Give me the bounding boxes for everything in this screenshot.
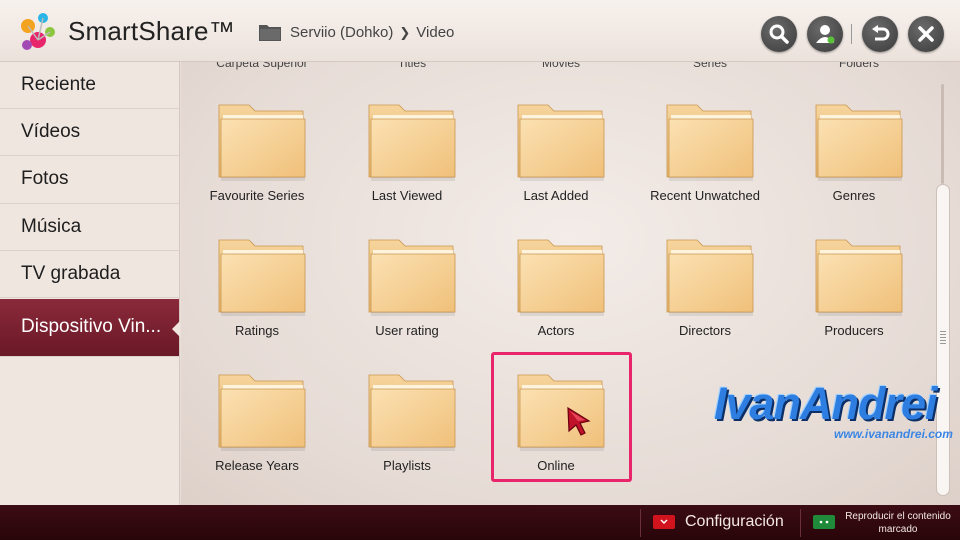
search-button[interactable] [761, 16, 797, 52]
sidebar-item-label: Vídeos [21, 121, 81, 143]
settings-label[interactable]: Configuración [685, 513, 784, 531]
folder-icon [259, 25, 281, 41]
folder-icon [217, 367, 307, 453]
user-button[interactable] [807, 16, 843, 52]
folder-label: User rating [375, 323, 439, 338]
app-title: SmartShare™ [68, 16, 235, 46]
folder-label: Last Added [523, 188, 589, 203]
folder-tile[interactable]: Favourite Series [187, 89, 327, 214]
sidebar-item-musica[interactable]: Música [0, 204, 179, 251]
scrollbar[interactable] [936, 184, 950, 496]
folder-tile[interactable]: User rating [337, 224, 477, 349]
watermark-url: www.ivanandrei.com [834, 427, 953, 441]
play-marked-label[interactable]: Reproducir el contenido marcado [842, 510, 954, 536]
folder-tile[interactable]: Release Years [187, 359, 327, 484]
sidebar-item-label: Música [21, 215, 82, 237]
folder-tile[interactable]: Ratings [187, 224, 327, 349]
scrollbar-grip-icon[interactable] [940, 331, 946, 345]
top-bar: SmartShare™ Serviio (Dohko) ❯ Video [0, 0, 960, 62]
breadcrumb: Serviio (Dohko) ❯ Video [290, 24, 454, 41]
folder-label-cutoff[interactable]: Carpeta Superior [192, 62, 332, 70]
folder-label: Ratings [234, 323, 280, 338]
folder-icon [665, 97, 755, 183]
folder-icon [814, 97, 904, 183]
folder-tile[interactable]: Last Added [486, 89, 626, 214]
folder-icon [367, 367, 457, 453]
folder-label: Producers [824, 323, 884, 338]
folder-icon [217, 97, 307, 183]
folder-tile[interactable]: Producers [784, 224, 924, 349]
scroll-track [941, 84, 944, 184]
green-button-icon[interactable] [813, 515, 835, 529]
folder-icon [516, 97, 606, 183]
folder-label: Genres [832, 188, 876, 203]
sidebar-item-dispositivo-vinculado[interactable]: Dispositivo Vin... [0, 298, 180, 357]
folder-icon [814, 232, 904, 318]
folder-tile[interactable]: Playlists [337, 359, 477, 484]
play-marked-line2: marcado [878, 524, 918, 535]
sidebar-item-label: Fotos [21, 168, 69, 190]
watermark-logo: IvanAndrei [714, 378, 938, 429]
user-icon [816, 25, 835, 44]
partial-row: Carpeta Superior Titles Movies Series Fo… [181, 62, 960, 72]
folder-tile[interactable]: Directors [635, 224, 775, 349]
breadcrumb-separator: ❯ [399, 24, 411, 40]
folder-tile[interactable]: Genres [784, 89, 924, 214]
folder-label: Last Viewed [371, 188, 443, 203]
sidebar-item-videos[interactable]: Vídeos [0, 109, 179, 157]
sidebar-item-label: Reciente [21, 74, 96, 96]
close-icon [918, 26, 934, 42]
header-divider [851, 24, 852, 44]
sidebar: Reciente Vídeos Fotos Música TV grabada … [0, 62, 180, 505]
folder-icon [217, 232, 307, 318]
folder-tile[interactable]: Last Viewed [337, 89, 477, 214]
bottom-bar: Configuración Reproducir el contenido ma… [0, 505, 960, 540]
folder-icon [516, 232, 606, 318]
breadcrumb-current: Video [416, 24, 455, 41]
back-icon [872, 25, 890, 41]
footer-divider [640, 509, 641, 537]
folder-label-cutoff[interactable]: Folders [789, 62, 929, 70]
selection-highlight [491, 352, 632, 482]
folder-icon [665, 232, 755, 318]
sidebar-item-label: Dispositivo Vin... [21, 316, 162, 338]
folder-label-cutoff[interactable]: Movies [491, 62, 631, 70]
pointer-cursor-icon [567, 406, 591, 436]
folder-label: Directors [678, 323, 731, 338]
breadcrumb-source[interactable]: Serviio (Dohko) [290, 24, 393, 41]
sidebar-item-tv-grabada[interactable]: TV grabada [0, 251, 179, 298]
folder-label: Actors [537, 323, 575, 338]
sidebar-item-reciente[interactable]: Reciente [0, 62, 179, 110]
folder-tile[interactable]: Actors [486, 224, 626, 349]
folder-label: Favourite Series [209, 188, 305, 203]
back-button[interactable] [862, 16, 898, 52]
play-marked-line1: Reproducir el contenido [845, 511, 951, 522]
folder-label: Release Years [215, 458, 299, 473]
folder-label: Playlists [383, 458, 431, 473]
smartshare-logo-icon [21, 13, 55, 50]
folder-label-cutoff[interactable]: Series [640, 62, 780, 70]
red-button-icon[interactable] [653, 515, 675, 529]
search-icon [769, 24, 789, 44]
folder-tile[interactable]: Recent Unwatched [635, 89, 775, 214]
footer-divider [800, 509, 801, 537]
sidebar-item-label: TV grabada [21, 262, 121, 284]
folder-icon [367, 232, 457, 318]
folder-label-cutoff[interactable]: Titles [342, 62, 482, 70]
folder-label: Recent Unwatched [650, 188, 760, 203]
close-button[interactable] [908, 16, 944, 52]
folder-icon [367, 97, 457, 183]
sidebar-item-fotos[interactable]: Fotos [0, 156, 179, 204]
